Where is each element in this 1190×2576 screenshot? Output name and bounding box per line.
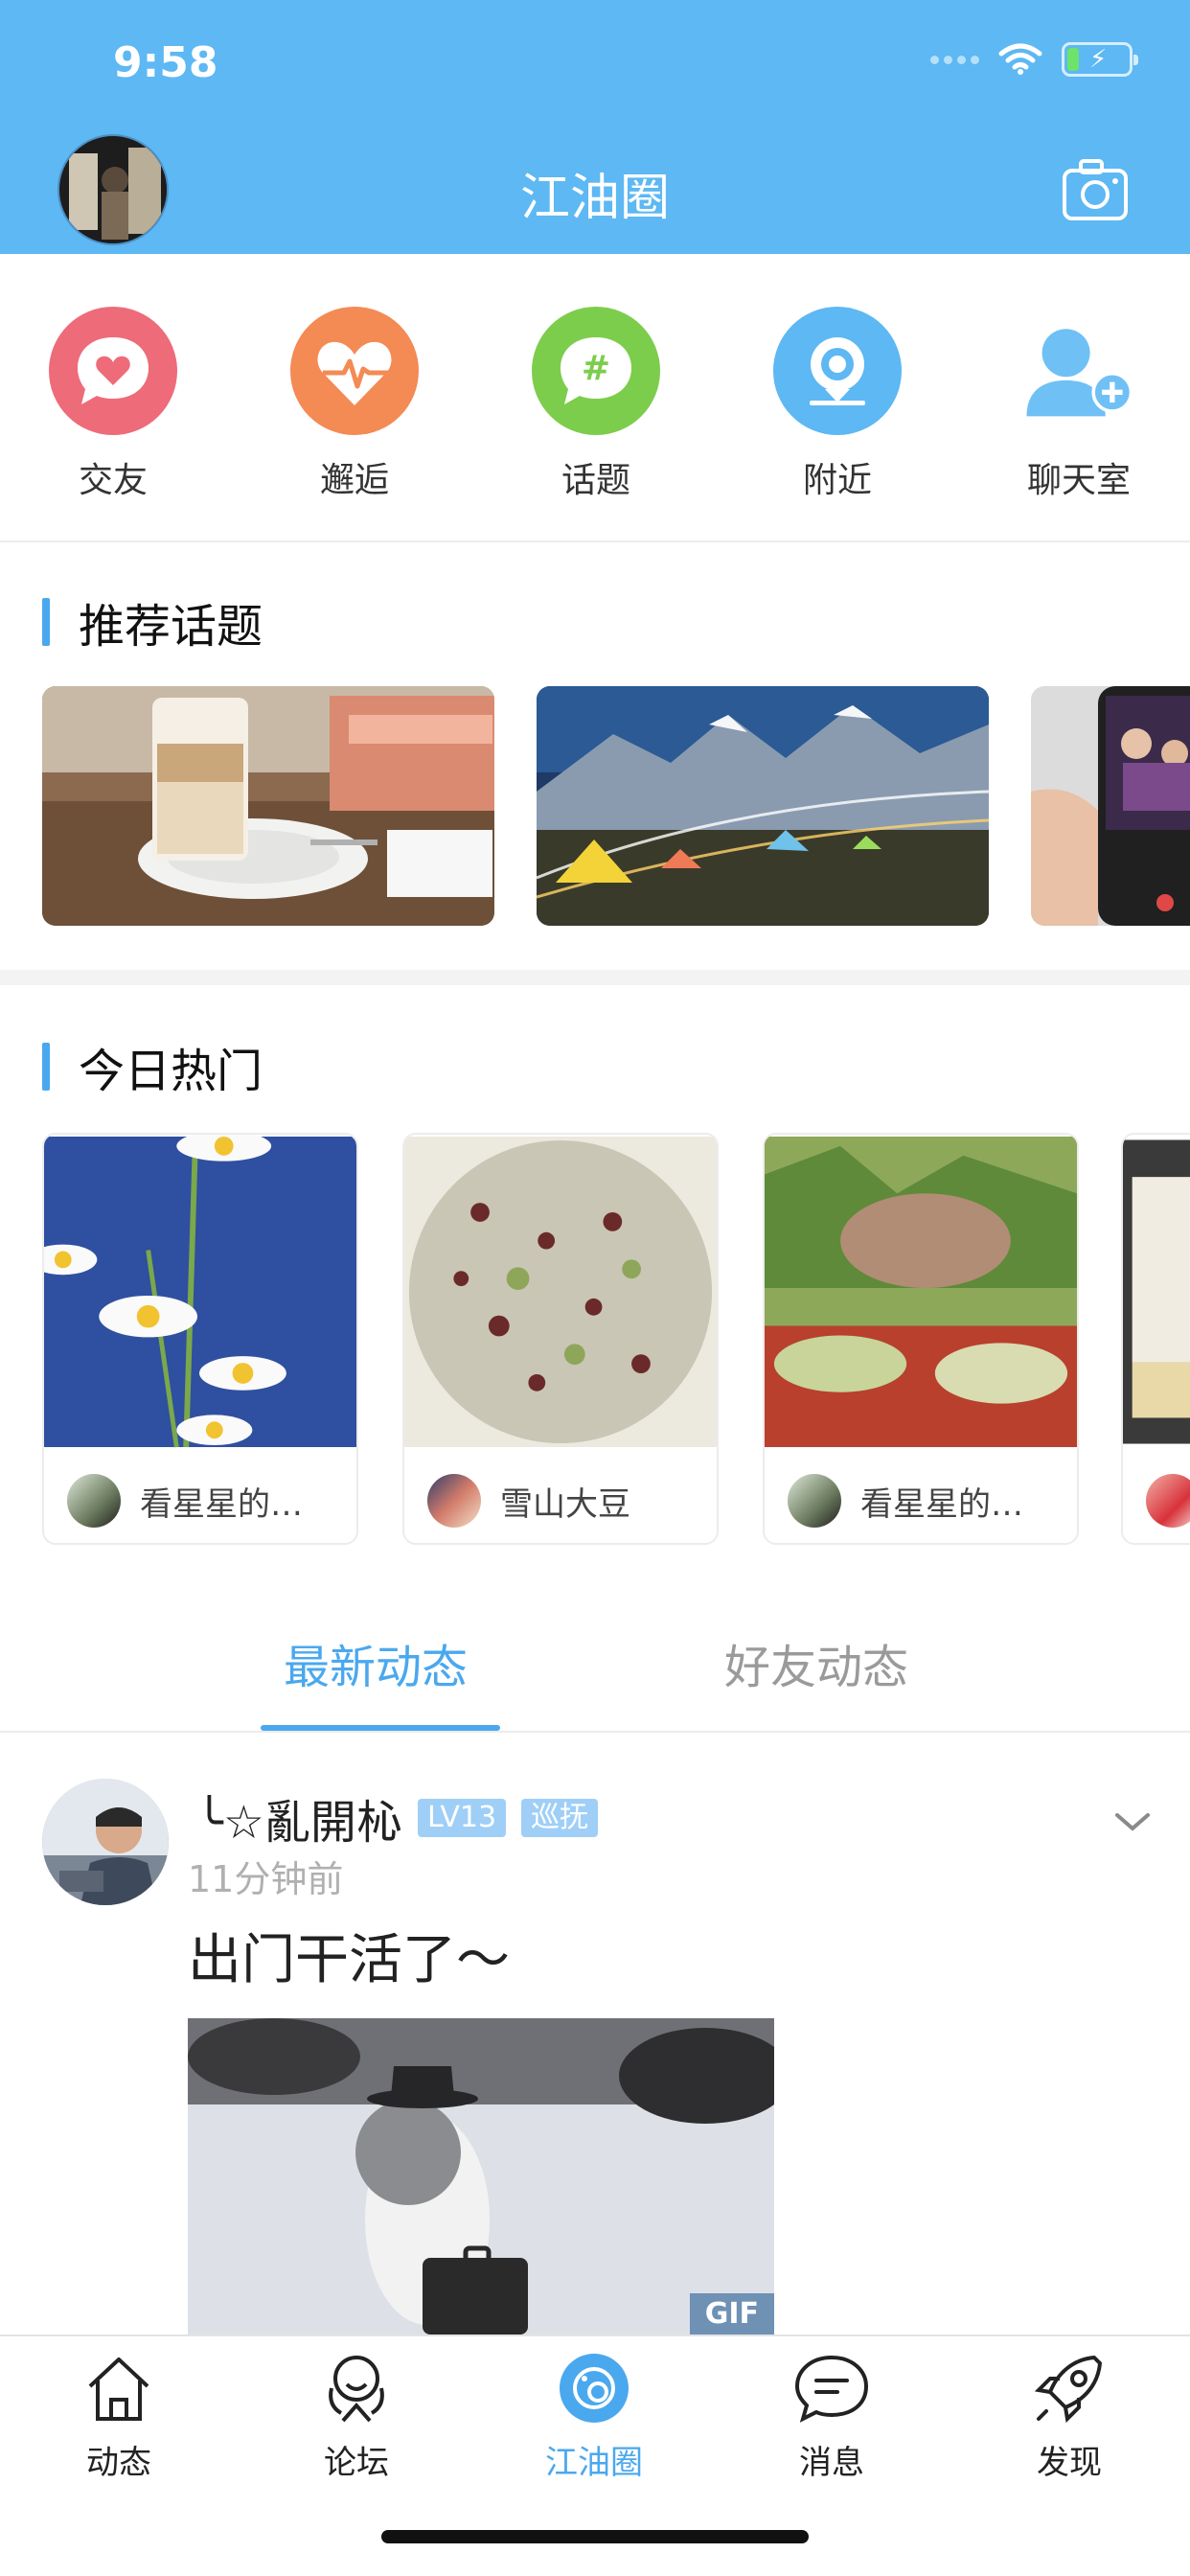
post-text: 出门干活了～ [188,1929,510,1991]
post-image[interactable]: GIF [188,2018,774,2334]
level-badge: LV13 [417,1799,507,1837]
hashtag-chat-icon: # [532,307,660,435]
gif-badge: GIF [689,2293,774,2334]
section-title-recommended: 推荐话题 [42,588,263,656]
home-icon [88,2358,149,2421]
hot-card-author: 看星星的… [140,1484,303,1524]
chevron-down-icon[interactable] [1113,1807,1152,1836]
avatar [1146,1474,1190,1528]
hot-card[interactable] [1121,1133,1190,1545]
svg-text:#: # [582,349,610,388]
nav-label: 论坛 [324,2444,389,2482]
divider [0,1731,1190,1733]
section-title-hot: 今日热门 [42,1033,263,1100]
avatar [788,1474,841,1528]
shortcut-label: 附近 [802,461,872,500]
status-time: 9:58 [113,38,218,87]
location-pin-icon [773,307,902,435]
hot-card-author: 看星星的… [860,1484,1023,1524]
avatar [427,1474,481,1528]
post-username[interactable]: ╰☆亂開杺 [195,1784,402,1852]
shortcut-label: 话题 [561,461,630,500]
section-separator [0,970,1190,985]
signal-icon [930,55,979,64]
hot-card[interactable]: 雪山大豆 [402,1133,719,1545]
hot-card[interactable]: 看星星的… [42,1133,358,1545]
hot-card-footer: 雪山大豆 [404,1453,717,1543]
page-title: 江油圈 [519,170,670,227]
hot-card-author: 雪山大豆 [500,1484,630,1524]
shortcut-encounter[interactable]: 邂逅 [259,307,450,502]
hot-card-footer: 看星星的… [765,1453,1077,1543]
shortcut-label: 交友 [78,461,148,500]
add-user-icon [1015,307,1143,435]
nav-forum[interactable]: 论坛 [270,2350,443,2483]
battery-icon: ⚡ [1062,42,1138,77]
nav-label: 发现 [1037,2444,1102,2482]
heart-chat-icon [49,307,177,435]
heartbeat-icon [290,307,419,435]
shortcut-chatroom[interactable]: 聊天室 [983,307,1175,502]
post-time: 11分钟前 [188,1858,344,1900]
shortcut-topics[interactable]: # 话题 [500,307,692,502]
wifi-icon [998,43,1042,75]
tab-latest[interactable]: 最新动态 [284,1629,468,1696]
shortcut-label: 邂逅 [319,461,389,500]
circle-camera-icon [560,2354,629,2423]
shortcut-label: 聊天室 [1026,461,1131,500]
topic-card[interactable] [1031,686,1190,926]
home-indicator[interactable] [381,2530,809,2543]
divider [0,540,1190,542]
nav-circle[interactable]: 江油圈 [508,2350,680,2483]
rocket-icon [1034,2356,1102,2424]
avatar [67,1474,121,1528]
shortcut-nearby[interactable]: 附近 [742,307,933,502]
topic-card[interactable] [537,686,989,926]
post-author: ╰☆亂開杺 LV13 巡抚 [195,1784,599,1852]
status-icons: ⚡ [930,42,1138,77]
top-header: 9:58 ⚡ 江油圈 [0,0,1190,254]
nav-label: 江油圈 [545,2444,643,2482]
hot-card-footer: 看星星的… [44,1453,356,1543]
nav-label: 动态 [86,2444,151,2482]
role-badge: 巡抚 [521,1799,599,1837]
nav-dynamic[interactable]: 动态 [33,2350,205,2483]
nav-messages[interactable]: 消息 [745,2350,918,2483]
tab-friends[interactable]: 好友动态 [724,1629,908,1696]
hot-card[interactable]: 看星星的… [763,1133,1079,1545]
topic-card[interactable] [42,686,494,926]
camera-icon[interactable] [1062,155,1129,222]
hot-card-footer [1123,1453,1190,1543]
shortcut-row: 交友 邂逅 # 话题 附近 聊天室 [0,307,1190,508]
message-icon [794,2355,869,2423]
nav-discover[interactable]: 发现 [983,2350,1156,2483]
shortcut-make-friends[interactable]: 交友 [17,307,209,502]
post-author-avatar[interactable] [42,1779,169,1905]
forum-icon [329,2356,384,2423]
nav-label: 消息 [799,2444,864,2482]
